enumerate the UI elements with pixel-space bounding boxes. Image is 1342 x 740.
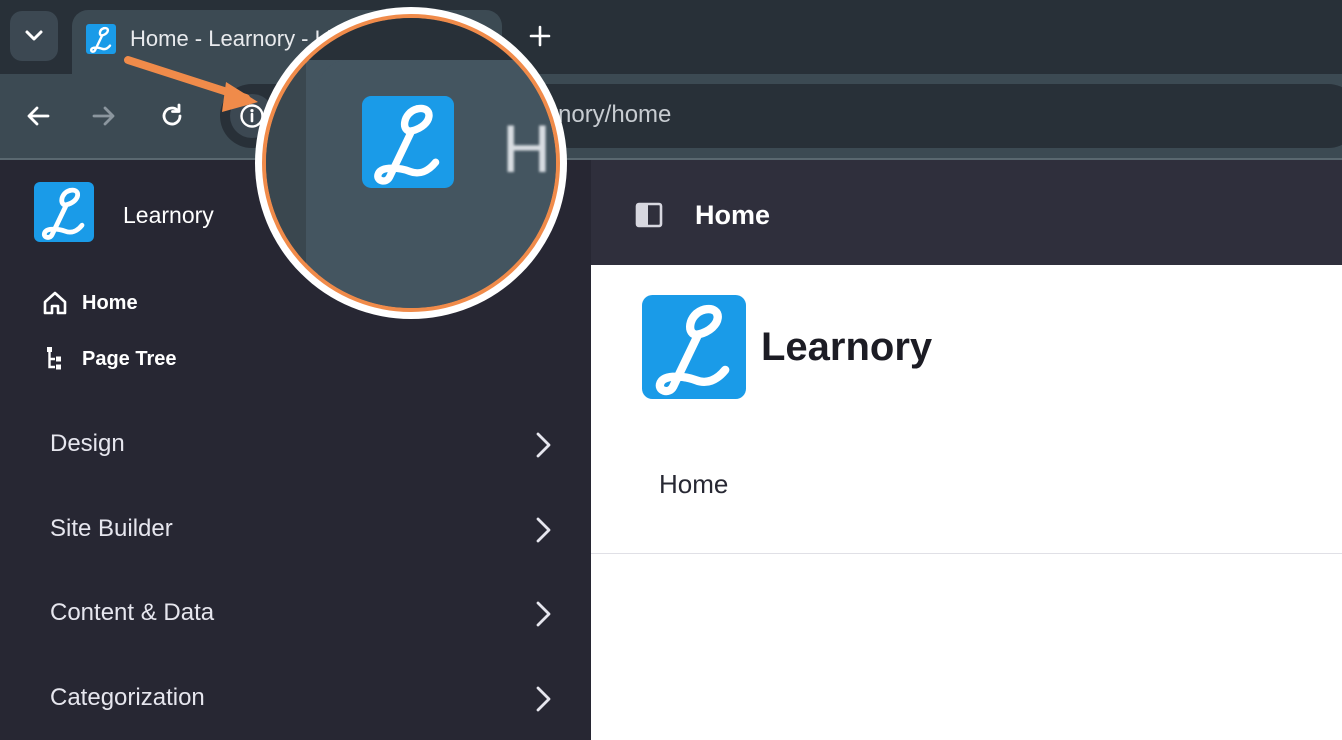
- chevron-down-icon: [25, 30, 43, 41]
- zoom-tabstrip-bg: [266, 18, 556, 60]
- learnory-logo-icon: [86, 24, 116, 54]
- arrow-right-icon: [92, 106, 115, 126]
- back-button[interactable]: [20, 98, 56, 134]
- browser-tab-strip: Home - Learnory - Li: [0, 0, 1342, 76]
- sidebar-section-label: Site Builder: [50, 515, 173, 542]
- sidebar-item-home[interactable]: Home: [40, 288, 138, 318]
- browser-toolbar: rnory/home: [0, 74, 1342, 160]
- sidebar-section-site-builder[interactable]: Site Builder: [0, 499, 591, 559]
- site-logo-icon[interactable]: [34, 182, 94, 242]
- chevron-right-icon: [536, 432, 551, 458]
- forward-button[interactable]: [86, 98, 122, 134]
- chevron-right-icon: [536, 517, 551, 543]
- site-name-heading[interactable]: Learnory: [761, 325, 932, 370]
- url-text[interactable]: rnory/home: [550, 101, 671, 129]
- chevron-right-icon: [536, 601, 551, 627]
- sidebar-section-label: Content & Data: [50, 599, 215, 626]
- reload-button[interactable]: [154, 98, 190, 134]
- sidebar-item-label: Home: [82, 291, 138, 314]
- zoom-tab-title-letter: H: [502, 111, 552, 187]
- main-header: Home: [591, 160, 1342, 265]
- site-nav-home-link[interactable]: Home: [659, 469, 728, 500]
- panel-toggle-icon[interactable]: [635, 202, 663, 228]
- reload-icon: [162, 103, 182, 126]
- site-logo-icon[interactable]: [642, 295, 746, 399]
- zoom-left-bg: [266, 18, 306, 308]
- zoom-callout: H: [262, 14, 560, 312]
- sidebar-section-label: Categorization: [50, 684, 205, 711]
- page-title: Home: [695, 200, 771, 230]
- divider: [591, 553, 1342, 554]
- sidebar-section-content-data[interactable]: Content & Data: [0, 583, 591, 643]
- sidebar-site-name[interactable]: Learnory: [123, 202, 214, 229]
- sidebar-section-categorization[interactable]: Categorization: [0, 668, 591, 728]
- sidebar-section-label: Design: [50, 430, 125, 457]
- sidebar-item-label: Page Tree: [82, 347, 177, 370]
- learnory-logo-icon: [362, 96, 454, 188]
- sidebar-item-page-tree[interactable]: Page Tree: [40, 344, 177, 374]
- sidebar-section-design[interactable]: Design: [0, 414, 591, 474]
- page-tree-icon: [40, 344, 70, 374]
- chevron-right-icon: [536, 686, 551, 712]
- tab-search-button[interactable]: [10, 11, 58, 61]
- home-icon: [40, 288, 70, 318]
- arrow-left-icon: [27, 106, 50, 126]
- info-icon: [240, 104, 264, 128]
- page-content: Learnory Home: [591, 265, 1342, 740]
